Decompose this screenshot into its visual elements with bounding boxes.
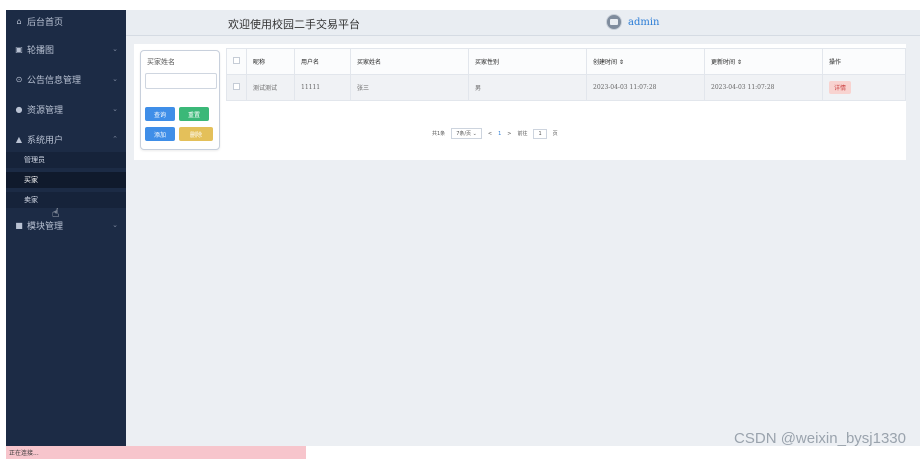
column-header-updated-sortable[interactable]: 更新时间 ⇕ — [704, 48, 823, 75]
current-page[interactable]: 1 — [498, 131, 501, 137]
chevron-down-icon: ⌄ — [112, 221, 118, 229]
user-icon: ▲ — [15, 134, 23, 144]
avatar-icon — [606, 14, 622, 30]
sidebar-item-resources[interactable]: ● 资源管理 ⌄ — [6, 100, 126, 118]
list-panel: 买家姓名 查询 重置 添加 删除 昵称 用户名 买家姓名 买家性别 创建时间 ⇕ — [134, 44, 906, 160]
page-unit-label: 页 — [552, 131, 558, 137]
sidebar-subitem-buyer[interactable]: 买家 — [6, 172, 126, 188]
sidebar-item-carousel[interactable]: ▣ 轮播图 ⌄ — [6, 40, 126, 58]
sidebar-item-label: 资源管理 — [27, 105, 64, 116]
total-count: 共1条 — [432, 131, 446, 137]
page-size-value: 7条/页 — [456, 131, 472, 137]
clock-icon: ⊙ — [15, 74, 23, 84]
detail-button[interactable]: 详情 — [829, 81, 852, 94]
chevron-down-icon: ⌄ — [472, 131, 477, 137]
chevron-down-icon: ⌄ — [112, 45, 118, 53]
sidebar-subitem-seller[interactable]: 卖家 — [6, 192, 126, 208]
sidebar-subitem-label: 卖家 — [24, 196, 38, 204]
main-content: 买家姓名 查询 重置 添加 删除 昵称 用户名 买家姓名 买家性别 创建时间 ⇕ — [126, 36, 920, 446]
search-label: 买家姓名 — [147, 58, 175, 66]
sidebar-subitem-admin[interactable]: 管理员 — [6, 152, 126, 168]
search-form: 买家姓名 查询 重置 添加 删除 — [140, 50, 220, 150]
column-header-created-sortable[interactable]: 创建时间 ⇕ — [586, 48, 705, 75]
sidebar-item-label: 轮播图 — [27, 45, 55, 56]
row-select-cell[interactable] — [226, 74, 247, 101]
column-header: 昵称 — [246, 48, 295, 75]
sidebar-item-label: 模块管理 — [27, 221, 64, 232]
actions-cell: 详情 — [822, 74, 906, 101]
sidebar-item-label: 系统用户 — [27, 135, 64, 146]
sidebar-item-label: 后台首页 — [27, 17, 64, 28]
sidebar: ⌂ 后台首页 ▣ 轮播图 ⌄ ⊙ 公告信息管理 ⌄ ● 资源管理 ⌄ ▲ 系统用… — [6, 10, 126, 446]
username-cell: 11111 — [294, 74, 351, 101]
column-header: 买家姓名 — [350, 48, 469, 75]
sidebar-item-system-users[interactable]: ▲ 系统用户 ⌃ — [6, 130, 126, 148]
select-all-checkbox[interactable] — [233, 57, 240, 64]
username: admin — [628, 16, 660, 28]
buyer-name-cell: 张三 — [350, 74, 469, 101]
delete-button[interactable]: 删除 — [179, 127, 213, 141]
gender-cell: 男 — [468, 74, 587, 101]
chevron-up-icon: ⌃ — [112, 135, 118, 143]
top-border — [0, 0, 920, 10]
chevron-down-icon: ⌄ — [112, 105, 118, 113]
browser-status-bar: 正在连接... — [6, 446, 306, 459]
table-row: 测试测试 11111 张三 男 2023-04-03 11:07:28 2023… — [226, 74, 906, 101]
welcome-text: 欢迎使用校园二手交易平台 — [228, 18, 360, 31]
sidebar-item-announcements[interactable]: ⊙ 公告信息管理 ⌄ — [6, 70, 126, 88]
home-icon: ⌂ — [16, 16, 22, 26]
image-icon: ▣ — [15, 44, 23, 54]
hand-cursor-icon: ☝ — [52, 206, 60, 220]
column-header: 操作 — [822, 48, 906, 75]
sidebar-subitem-label: 买家 — [24, 176, 38, 184]
add-button[interactable]: 添加 — [145, 127, 175, 141]
table-header-row: 昵称 用户名 买家姓名 买家性别 创建时间 ⇕ 更新时间 ⇕ 操作 — [226, 48, 906, 75]
watermark: CSDN @weixin_bysj1330 — [734, 430, 906, 447]
sidebar-item-modules[interactable]: ■ 模块管理 ⌄ — [6, 216, 126, 234]
pagination: 共1条 7条/页 ⌄ < 1 > 前往 1 页 — [432, 128, 558, 139]
created-time-cell: 2023-04-03 11:07:28 — [586, 74, 705, 101]
updated-time-cell: 2023-04-03 11:07:28 — [704, 74, 823, 101]
header: 欢迎使用校园二手交易平台 admin — [126, 10, 920, 36]
goto-label: 前往 — [517, 131, 528, 137]
reset-button[interactable]: 重置 — [179, 107, 209, 121]
goto-page-input[interactable]: 1 — [533, 128, 547, 139]
column-header: 买家性别 — [468, 48, 587, 75]
select-all-cell[interactable] — [226, 48, 247, 75]
column-header: 用户名 — [294, 48, 351, 75]
page-size-select[interactable]: 7条/页 ⌄ — [451, 128, 482, 139]
app-window: ⌂ 后台首页 ▣ 轮播图 ⌄ ⊙ 公告信息管理 ⌄ ● 资源管理 ⌄ ▲ 系统用… — [0, 0, 920, 459]
query-button[interactable]: 查询 — [145, 107, 175, 121]
sidebar-item-home[interactable]: ⌂ 后台首页 — [6, 12, 126, 30]
prev-page-button[interactable]: < — [488, 131, 492, 137]
sidebar-item-label: 公告信息管理 — [27, 75, 82, 86]
nickname-cell: 测试测试 — [246, 74, 295, 101]
next-page-button[interactable]: > — [507, 131, 511, 137]
buyer-name-input[interactable] — [145, 73, 217, 89]
user-menu[interactable]: admin — [606, 14, 659, 30]
row-checkbox[interactable] — [233, 83, 240, 90]
sidebar-subitem-label: 管理员 — [24, 156, 45, 164]
grid-icon: ■ — [15, 220, 23, 230]
chevron-down-icon: ⌄ — [112, 75, 118, 83]
data-table: 昵称 用户名 买家姓名 买家性别 创建时间 ⇕ 更新时间 ⇕ 操作 测试测试 1… — [226, 48, 906, 101]
resource-icon: ● — [15, 104, 23, 114]
